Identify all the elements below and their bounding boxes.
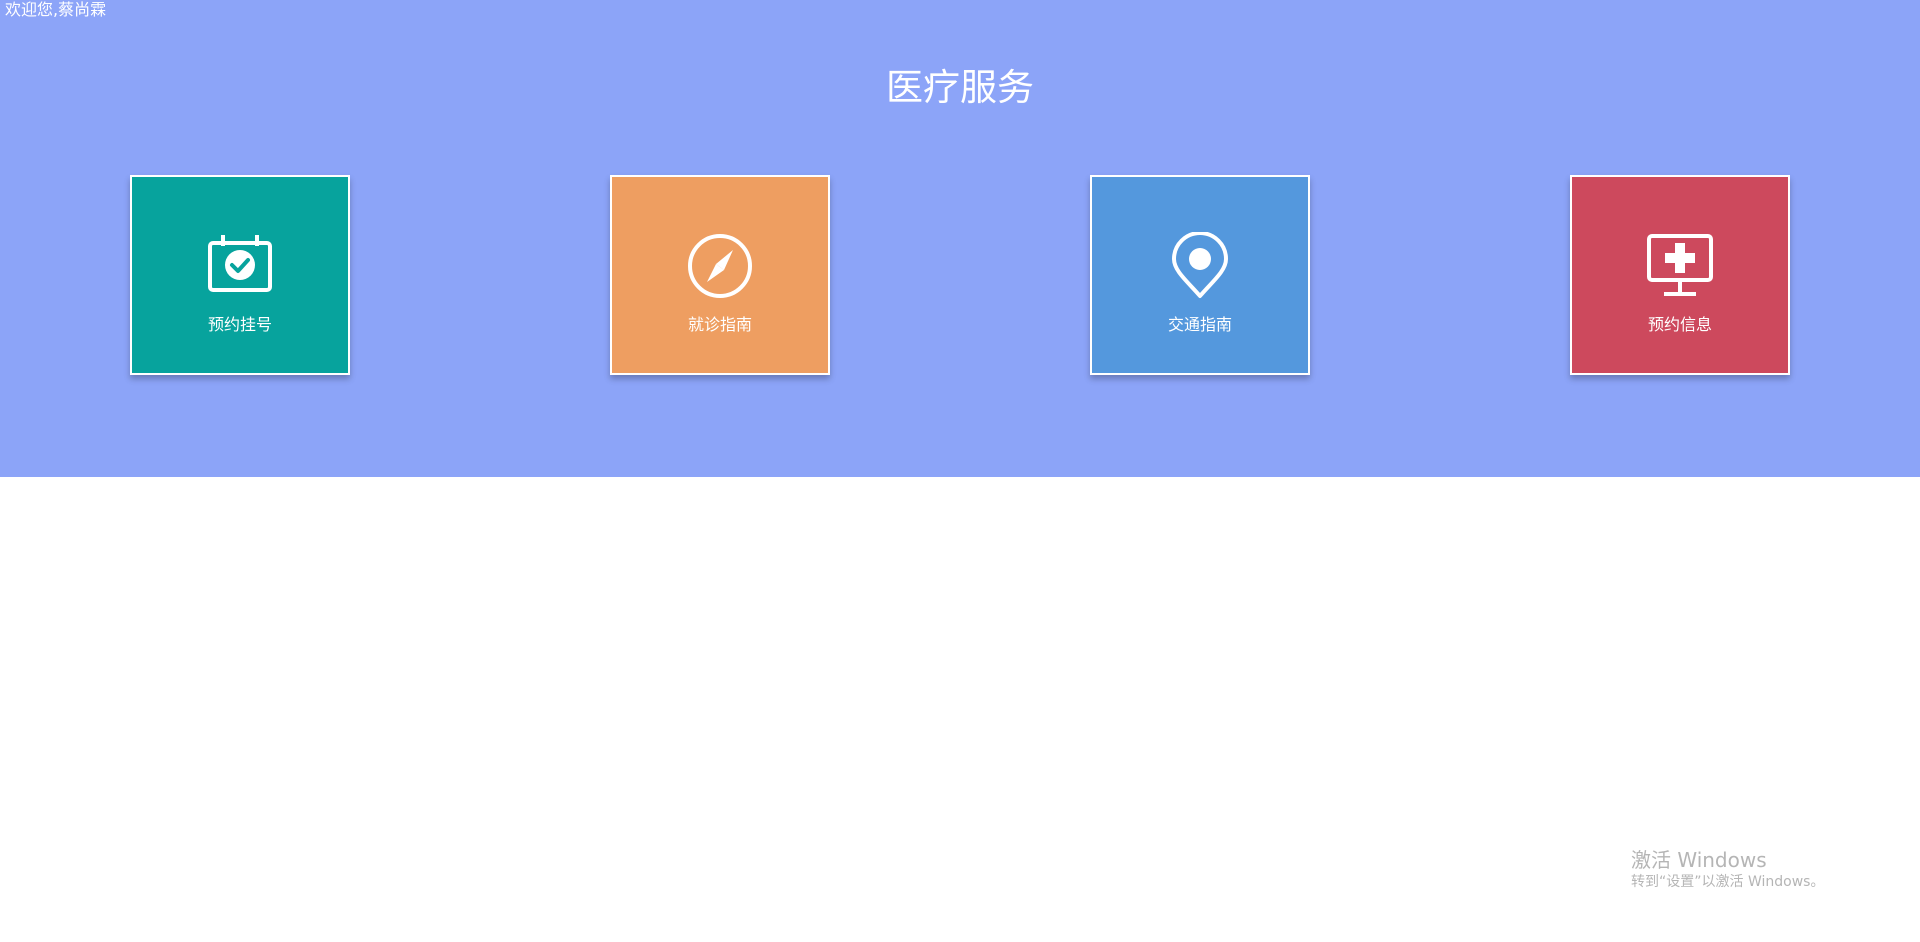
visit-guide-label: 就诊指南: [687, 315, 752, 334]
appointment-registration-label: 预约挂号: [207, 315, 272, 334]
welcome-text: 欢迎您,蔡尚霖: [5, 0, 107, 19]
header-banner: 欢迎您,蔡尚霖 医疗服务 预约挂号 就诊指南 交通指南 预约信息: [0, 0, 1920, 477]
calendar-check-icon: [206, 232, 274, 300]
appointment-info-card[interactable]: 预约信息: [1570, 175, 1790, 375]
map-pin-icon: [1166, 232, 1234, 300]
medical-monitor-icon: [1646, 232, 1714, 300]
compass-icon: [686, 232, 754, 300]
appointment-info-label: 预约信息: [1647, 315, 1712, 334]
watermark-subtitle: 转到“设置”以激活 Windows。: [1631, 874, 1825, 890]
windows-activation-watermark: 激活 Windows 转到“设置”以激活 Windows。: [1631, 848, 1824, 892]
visit-guide-card[interactable]: 就诊指南: [610, 175, 830, 375]
page-title: 医疗服务: [886, 66, 1034, 109]
traffic-guide-label: 交通指南: [1167, 315, 1232, 334]
appointment-registration-card[interactable]: 预约挂号: [130, 175, 350, 375]
traffic-guide-card[interactable]: 交通指南: [1090, 175, 1310, 375]
watermark-title: 激活 Windows: [1631, 848, 1767, 872]
